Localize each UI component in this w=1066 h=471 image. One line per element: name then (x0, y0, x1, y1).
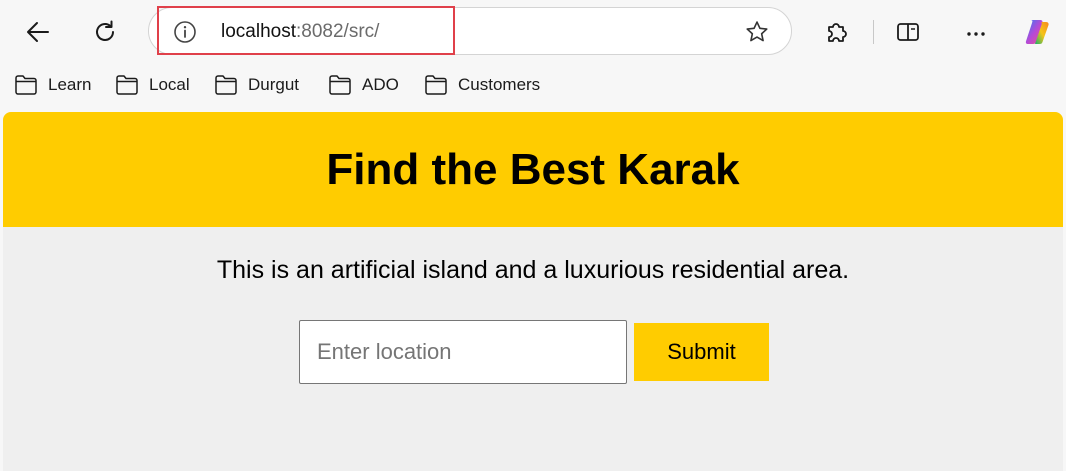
bookmark-learn[interactable]: Learn (14, 72, 91, 98)
split-screen-button[interactable] (890, 14, 926, 50)
submit-button[interactable]: Submit (634, 323, 769, 381)
back-button[interactable] (20, 14, 56, 50)
folder-icon (329, 75, 351, 95)
location-input[interactable] (299, 320, 627, 384)
folder-icon (116, 75, 138, 95)
page-viewport: Find the Best Karak This is an artificia… (3, 112, 1063, 471)
puzzle-icon (828, 23, 847, 42)
page-header: Find the Best Karak (3, 112, 1063, 227)
star-icon (746, 21, 768, 42)
copilot-icon (1025, 20, 1049, 44)
bookmark-label: Durgut (248, 75, 300, 94)
more-icon (967, 32, 985, 36)
page-title: Find the Best Karak (326, 144, 740, 194)
bookmark-label: Customers (458, 75, 541, 94)
arrow-left-icon (27, 22, 49, 42)
page-description: This is an artificial island and a luxur… (216, 256, 850, 284)
url-host: localhost (221, 21, 296, 42)
bookmark-ado[interactable]: ADO (328, 72, 399, 98)
split-screen-icon (897, 23, 919, 41)
copilot-button[interactable] (1018, 12, 1058, 52)
favorite-button[interactable] (743, 18, 771, 46)
url-path: :8082/src/ (296, 21, 380, 42)
bookmark-label: ADO (362, 75, 399, 94)
extensions-button[interactable] (818, 14, 854, 50)
reload-icon (96, 20, 114, 41)
toolbar-divider (873, 20, 874, 44)
url-text[interactable]: localhost:8082/src/ (221, 20, 379, 44)
address-bar[interactable]: localhost:8082/src/ (148, 6, 792, 55)
browser-toolbar: localhost:8082/src/ (0, 0, 1066, 64)
bookmark-label: Local (149, 75, 190, 94)
bookmark-label: Learn (48, 75, 92, 94)
bookmark-customers[interactable]: Customers (424, 72, 540, 98)
folder-icon (425, 75, 447, 95)
browser-window: localhost:8082/src/ Learn Local Durgut A… (0, 0, 1066, 471)
bookmark-durgut[interactable]: Durgut (214, 72, 299, 98)
folder-icon (215, 75, 237, 95)
info-icon[interactable] (173, 20, 197, 44)
bookmarks-bar: Learn Local Durgut ADO Customers (0, 64, 1066, 106)
more-button[interactable] (958, 14, 994, 50)
bookmark-local[interactable]: Local (115, 72, 190, 98)
folder-icon (15, 75, 37, 95)
reload-button[interactable] (87, 14, 123, 50)
